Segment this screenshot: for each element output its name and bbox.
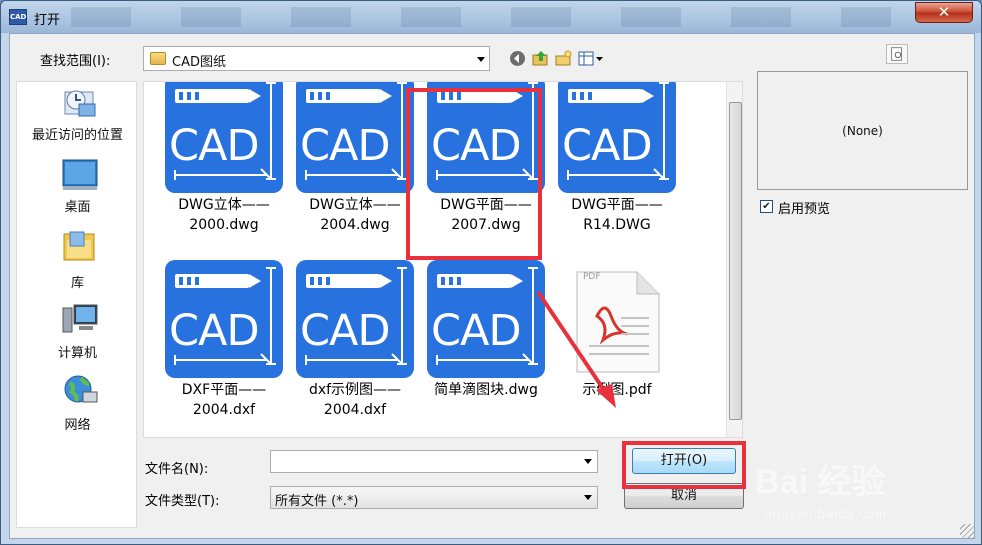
file-name: 简单滴图块.dwg (424, 380, 548, 400)
cad-icon-text: CAD (300, 306, 391, 356)
file-name-line: DWG立体—— (178, 197, 270, 213)
preview-none-text: (None) (842, 124, 883, 138)
cad-file-icon: CAD (427, 260, 545, 378)
file-name: 示例图.pdf (555, 380, 679, 400)
file-name: DWG立体—— 2004.dwg (293, 195, 417, 235)
pdf-badge: PDF (583, 272, 601, 282)
enable-preview-label: 启用预览 (778, 202, 831, 217)
lookin-value: CAD图纸 (172, 55, 226, 70)
window-title: 打开 (34, 13, 61, 28)
cancel-button[interactable]: 取消 (624, 483, 744, 509)
preview-pane-icon[interactable] (886, 44, 908, 64)
lookin-combobox[interactable]: CAD图纸 (143, 46, 490, 71)
file-name-line: DWG平面—— (440, 197, 532, 213)
file-item[interactable]: CAD DWG立体—— 2000.dwg (162, 82, 286, 245)
place-label: 网络 (64, 418, 91, 433)
file-name-line: 2004.dxf (192, 402, 256, 418)
cad-file-icon: CAD (165, 82, 283, 193)
scrollbar-thumb[interactable] (729, 102, 742, 420)
new-folder-icon[interactable] (555, 50, 572, 67)
file-name: dxf示例图—— 2004.dxf (293, 380, 417, 420)
cad-file-icon: CAD (427, 82, 545, 193)
file-name-line: dxf示例图—— (308, 382, 402, 398)
close-button[interactable]: ✕ (915, 2, 973, 23)
cad-icon-text: CAD (169, 306, 260, 356)
file-name-line: DWG立体—— (309, 197, 401, 213)
folder-icon (150, 52, 166, 65)
cad-file-icon: CAD (296, 82, 414, 193)
file-name-line: 2000.dwg (189, 217, 259, 233)
file-name-line: 示例图.pdf (582, 382, 652, 398)
recent-places-icon (64, 90, 96, 117)
chevron-down-icon[interactable] (584, 459, 592, 464)
file-list[interactable]: CAD DWG立体—— 2000.dwg CAD DWG立体—— 2004.dwg CAD D… (143, 81, 743, 438)
open-file-dialog: CAD 打开 ✕ 查找范围(I): CAD图纸 最近访问的位置 桌面 库 计算机… (0, 0, 982, 545)
file-name: DWG平面—— R14.DWG (555, 195, 679, 235)
place-label: 桌面 (64, 200, 91, 215)
back-icon[interactable] (509, 50, 526, 67)
blurred-background (71, 7, 891, 27)
file-item[interactable]: CAD DWG立体—— 2004.dwg (293, 82, 417, 245)
place-recent[interactable]: 最近访问的位置 (17, 86, 138, 156)
places-bar: 最近访问的位置 桌面 库 计算机 网络 (16, 81, 137, 528)
title-bar[interactable]: CAD 打开 ✕ (1, 1, 981, 33)
filename-combobox[interactable] (270, 450, 598, 473)
open-button[interactable]: 打开(O) (632, 448, 736, 474)
dialog-body: 查找范围(I): CAD图纸 最近访问的位置 桌面 库 计算机 网络 CAD D… (9, 33, 975, 539)
vertical-scrollbar[interactable] (726, 82, 742, 437)
cad-file-icon: CAD (165, 260, 283, 378)
file-name-line: DWG平面—— (571, 197, 663, 213)
place-label: 库 (70, 276, 84, 291)
place-label: 最近访问的位置 (31, 128, 123, 143)
watermark-url: jingyan.baidu.com (765, 506, 887, 521)
libraries-icon (63, 231, 95, 261)
file-item[interactable]: CAD DXF平面—— 2004.dxf (162, 260, 286, 430)
filetype-select[interactable]: 所有文件 (*.*) (270, 486, 598, 509)
lookin-label: 查找范围(I): (40, 54, 111, 69)
file-item[interactable]: CAD 简单滴图块.dwg (424, 260, 548, 430)
computer-icon (62, 304, 98, 333)
file-name: DWG立体—— 2000.dwg (162, 195, 286, 235)
cad-file-icon: CAD (296, 260, 414, 378)
resize-grip[interactable] (960, 524, 974, 538)
desktop-icon (62, 159, 98, 190)
cad-file-icon: CAD (558, 82, 676, 193)
place-label: 计算机 (57, 346, 97, 361)
baidu-watermark: Bai 经验 jingyan.baidu.com (755, 454, 975, 534)
filename-label: 文件名(N): (145, 462, 209, 477)
chevron-down-icon[interactable] (477, 57, 485, 62)
filetype-value: 所有文件 (*.*) (275, 494, 359, 509)
filetype-label: 文件类型(T): (145, 494, 220, 509)
file-name: DWG平面—— 2007.dwg (424, 195, 548, 235)
network-icon (64, 375, 98, 403)
file-name-line: DXF平面—— (181, 382, 267, 398)
cad-icon-text: CAD (300, 121, 391, 171)
view-menu-icon[interactable] (578, 50, 604, 67)
cad-icon-text: CAD (562, 121, 653, 171)
file-item[interactable]: CAD dxf示例图—— 2004.dxf (293, 260, 417, 430)
watermark-logo: Bai 经验 (755, 463, 886, 501)
place-libraries[interactable]: 库 (17, 230, 138, 300)
file-name-line: 简单滴图块.dwg (434, 382, 538, 398)
place-desktop[interactable]: 桌面 (17, 158, 138, 228)
preview-area: (None) (757, 71, 968, 190)
enable-preview-checkbox[interactable]: ✔ (760, 200, 773, 213)
chevron-down-icon[interactable] (584, 495, 592, 500)
cad-icon-text: CAD (169, 121, 260, 171)
cad-icon-text: CAD (431, 121, 522, 171)
file-name-line: 2007.dwg (451, 217, 521, 233)
cad-app-icon: CAD (9, 9, 27, 25)
file-name: DXF平面—— 2004.dxf (162, 380, 286, 420)
file-name-line: R14.DWG (583, 217, 651, 233)
file-item[interactable]: PDF 示例图.pdf (555, 260, 679, 430)
up-folder-icon[interactable] (532, 50, 549, 67)
place-network[interactable]: 网络 (17, 374, 138, 444)
cad-icon-text: CAD (431, 306, 522, 356)
file-name-line: 2004.dwg (320, 217, 390, 233)
pdf-file-icon (576, 271, 660, 373)
file-item[interactable]: CAD DWG平面—— 2007.dwg (424, 82, 548, 245)
place-computer[interactable]: 计算机 (17, 302, 138, 372)
file-item[interactable]: CAD DWG平面—— R14.DWG (555, 82, 679, 245)
file-name-line: 2004.dxf (323, 402, 387, 418)
